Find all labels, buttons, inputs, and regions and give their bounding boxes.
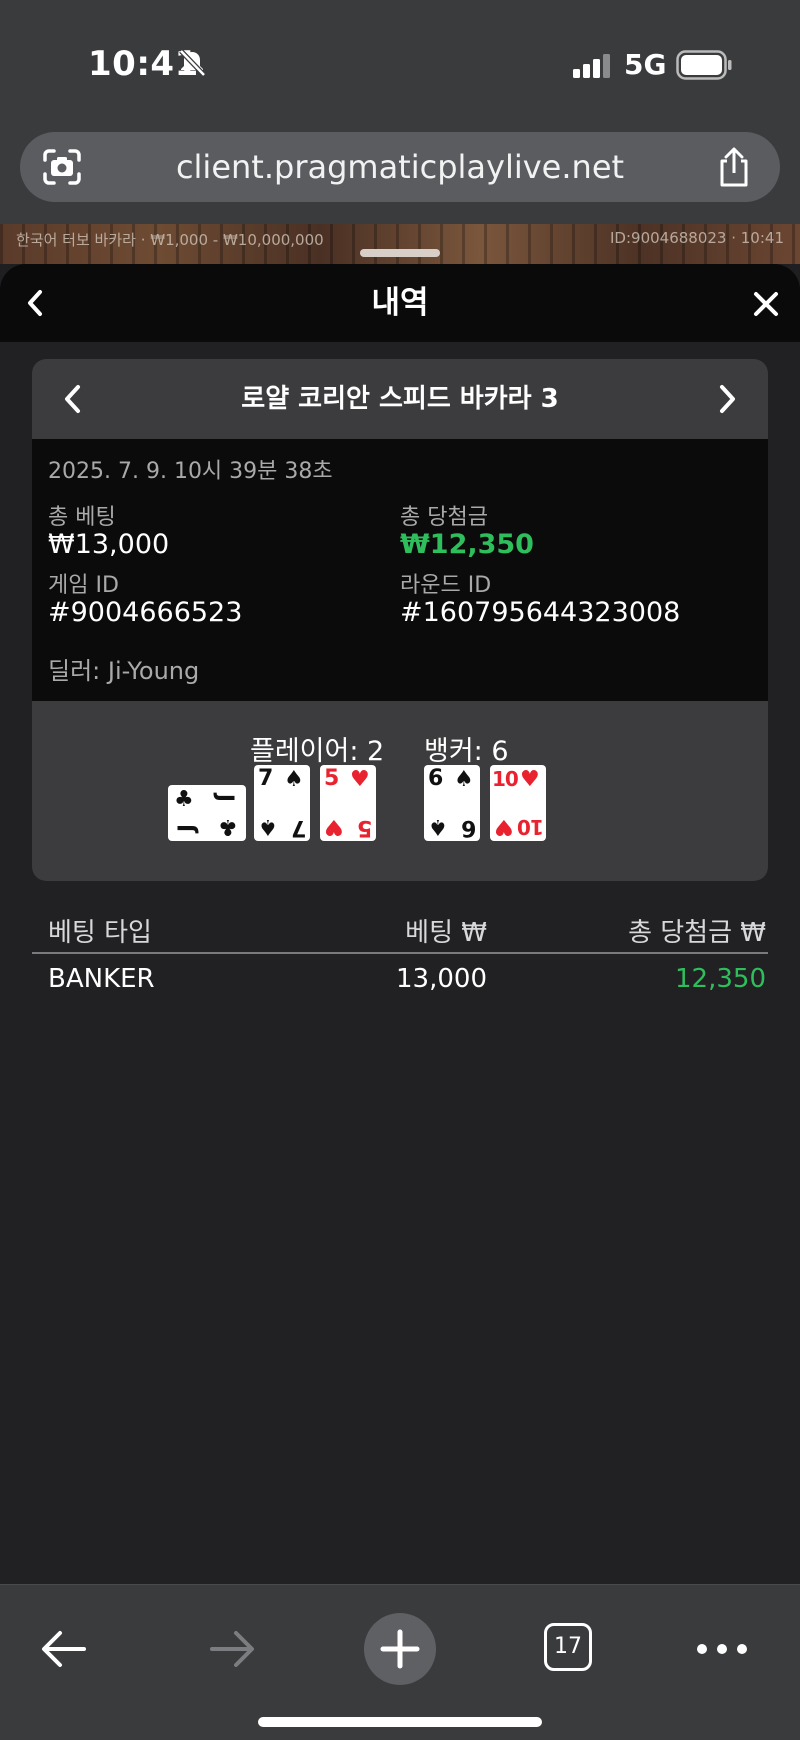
card-rank: 5 [324,766,340,791]
card-suit-bottom: ♣ [218,814,238,839]
dealer-name: 딜러: Ji-Young [48,657,200,685]
share-icon[interactable] [714,146,754,188]
back-arrow-icon[interactable] [40,1627,88,1671]
player-score: 플레이어: 2 [250,736,385,767]
camera-search-icon[interactable] [42,148,82,186]
sheet-handle[interactable] [360,249,440,257]
card-rank-bottom: J [174,823,200,833]
round-navigator: 로얄 코리안 스피드 바카라 3 [32,359,768,439]
card-rank-bottom: 7 [290,815,306,840]
round-id-value: #160795644323008 [400,597,681,628]
card-rank-bottom: 10 [518,815,544,839]
card-suit-bottom: ♥ [494,814,514,839]
header-total-win: 총 당첨금 ₩ [628,918,766,948]
game-id-label: 게임 ID [48,573,119,598]
battery-icon [676,50,732,80]
header-bet-type: 베팅 타입 [48,918,152,948]
network-type: 5G [624,48,667,81]
tabs-button[interactable]: 17 [544,1623,592,1671]
card-rank: J [212,793,238,803]
player-card-1: ♣ J J ♣ [168,785,246,841]
total-win-value: ₩12,350 [400,529,534,560]
card-suit: ♠ [454,767,474,792]
card-suit: ♥ [350,767,370,792]
browser-toolbar: 17 [0,1584,800,1740]
round-result: 플레이어: 2 뱅커: 6 ♣ J J ♣ 7 ♠ ♠ 7 5 ♥ ♥ 5 6 … [32,701,768,881]
game-id-value: #9004666523 [48,597,243,628]
signal-icon [573,54,610,78]
next-round-chevron-icon[interactable] [712,381,742,417]
close-icon[interactable] [752,290,780,318]
card-suit: ♣ [174,787,194,812]
forward-arrow-icon[interactable] [208,1627,256,1671]
header-bet-amount: 베팅 ₩ [405,918,487,948]
cell-bet-type: BANKER [48,964,155,994]
game-title: 로얄 코리안 스피드 바카라 3 [241,384,559,414]
round-datetime: 2025. 7. 9. 10시 39분 38초 [48,459,333,484]
table-row: BANKER 13,000 12,350 [32,956,768,1006]
panel-header: 내역 [0,264,800,342]
card-suit-bottom: ♥ [324,814,344,839]
cell-bet-amount: 13,000 [396,964,487,994]
url-text[interactable]: client.pragmaticplaylive.net [100,132,700,202]
banker-score: 뱅커: 6 [424,736,509,767]
banker-card-2: 10 ♥ ♥ 10 [490,765,546,841]
player-card-2: 7 ♠ ♠ 7 [254,765,310,841]
card-suit-bottom: ♠ [428,814,448,839]
browser-address-area: client.pragmaticplaylive.net [0,120,800,224]
bell-muted-icon [179,49,206,77]
status-bar: 10:41 5G [0,0,800,120]
bets-table-header: 베팅 타입 베팅 ₩ 총 당첨금 ₩ [32,904,768,954]
round-detail-card: 로얄 코리안 스피드 바카라 3 2025. 7. 9. 10시 39분 38초… [32,359,768,881]
new-tab-button[interactable] [364,1613,436,1685]
player-card-3: 5 ♥ ♥ 5 [320,765,376,841]
card-suit: ♥ [520,767,540,792]
card-rank: 10 [492,767,519,791]
game-background-strip: 한국어 터보 바카라 · ₩1,000 - ₩10,000,000 ID:900… [0,224,800,264]
panel-title: 내역 [371,285,429,321]
game-id-time-text: ID:9004688023 · 10:41 [610,229,784,247]
round-id-label: 라운드 ID [400,573,492,598]
card-rank-bottom: 6 [460,815,476,840]
card-rank: 7 [258,766,274,791]
total-bet-label: 총 베팅 [48,505,116,530]
previous-round-chevron-icon[interactable] [58,381,88,417]
table-limits-text: 한국어 터보 바카라 · ₩1,000 - ₩10,000,000 [16,231,324,249]
plus-icon [380,1629,420,1669]
history-panel: 내역 로얄 코리안 스피드 바카라 3 2025. 7. 9. 10시 39분 … [0,264,800,1584]
address-bar[interactable]: client.pragmaticplaylive.net [20,132,780,202]
card-suit: ♠ [284,767,304,792]
card-suit-bottom: ♠ [258,814,278,839]
card-rank: 6 [428,766,444,791]
total-win-label: 총 당첨금 [400,505,488,530]
card-rank-bottom: 5 [356,815,372,840]
cell-total-win: 12,350 [675,964,766,994]
round-info: 2025. 7. 9. 10시 39분 38초 총 베팅 ₩13,000 총 당… [32,439,768,701]
total-bet-value: ₩13,000 [48,529,170,560]
banker-card-1: 6 ♠ ♠ 6 [424,765,480,841]
home-indicator[interactable] [258,1717,542,1727]
more-dots-icon[interactable] [696,1637,748,1661]
